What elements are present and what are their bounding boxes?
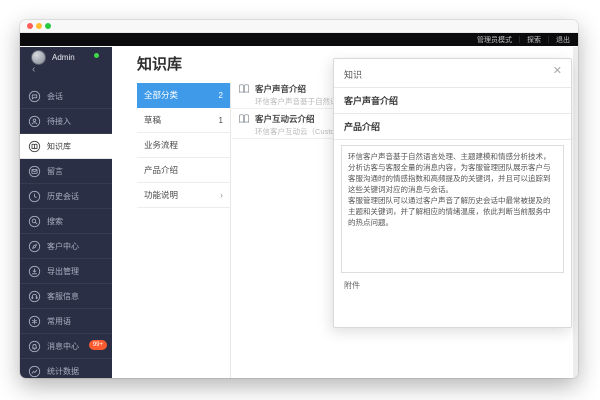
sidebar-item-label: 搜索 bbox=[47, 216, 63, 227]
category-count: 1 bbox=[219, 116, 223, 125]
topbar-separator: ｜ bbox=[545, 35, 552, 45]
user-name: Admin bbox=[52, 53, 75, 62]
online-status-dot bbox=[94, 53, 99, 58]
category-label: 功能说明 bbox=[144, 189, 178, 201]
search-query-text[interactable]: 知识 bbox=[344, 68, 362, 81]
close-icon[interactable]: ✕ bbox=[553, 66, 562, 77]
bell-icon bbox=[28, 340, 41, 353]
headset-icon bbox=[28, 290, 41, 303]
topbar-admin-mode-link[interactable]: 管理员模式 bbox=[477, 35, 512, 45]
search-result-customer-voice[interactable]: 客户声音介绍 bbox=[334, 88, 571, 114]
article-paragraph: 客服管理团队可以通过客户声音了解历史会话中最常被提及的主题和关键词，并了解相应的… bbox=[348, 195, 557, 228]
scrollbar[interactable] bbox=[573, 47, 578, 378]
book-icon bbox=[28, 140, 41, 153]
category-label: 草稿 bbox=[144, 114, 161, 126]
sidebar-item-label: 统计数据 bbox=[47, 366, 79, 377]
category-drafts[interactable]: 草稿 1 bbox=[137, 108, 230, 133]
user-section: Admin ‹ bbox=[20, 47, 112, 84]
close-button[interactable] bbox=[27, 23, 33, 29]
category-product-intro[interactable]: 产品介绍 bbox=[137, 158, 230, 183]
article-title: 客户互动云介绍 bbox=[255, 113, 315, 125]
asterisk-icon bbox=[28, 315, 41, 328]
avatar[interactable] bbox=[31, 50, 46, 65]
sidebar-item-notifications[interactable]: 消息中心 99+ bbox=[20, 334, 112, 359]
envelope-icon bbox=[28, 165, 41, 178]
article-title: 客户声音介绍 bbox=[255, 83, 306, 95]
clock-icon bbox=[28, 190, 41, 203]
topbar-logout-link[interactable]: 退出 bbox=[556, 35, 570, 45]
article-paragraph: 环信客户声音基于自然语言处理、主题建模和情感分析技术，分析访客与客服全量的消息内… bbox=[348, 151, 557, 195]
sidebar-item-label: 消息中心 bbox=[47, 341, 79, 352]
category-feature-docs[interactable]: 功能说明 › bbox=[137, 183, 230, 208]
attachment-label: 附件 bbox=[344, 280, 360, 291]
search-icon bbox=[28, 215, 41, 228]
chat-icon bbox=[28, 90, 41, 103]
category-all[interactable]: 全部分类 2 bbox=[137, 83, 230, 108]
sidebar-item-label: 客户中心 bbox=[47, 241, 79, 252]
person-icon bbox=[28, 115, 41, 128]
book-icon bbox=[238, 84, 250, 94]
category-count: 2 bbox=[219, 91, 223, 100]
category-business-process[interactable]: 业务流程 bbox=[137, 133, 230, 158]
collapse-sidebar-icon[interactable]: ‹ bbox=[32, 65, 35, 75]
knowledge-search-popover: 知识 ✕ 客户声音介绍 产品介绍 环信客户声音基于自然语言处理、主题建模和情感分… bbox=[333, 58, 572, 328]
popover-search-header: 知识 ✕ bbox=[334, 59, 571, 88]
download-icon bbox=[28, 265, 41, 278]
sidebar-item-label: 历史会话 bbox=[47, 191, 79, 202]
app-window: 管理员模式 ｜ 探索 ｜ 退出 Admin ‹ 会话 bbox=[20, 20, 578, 378]
sidebar-item-agent-info[interactable]: 客服信息 bbox=[20, 284, 112, 309]
sidebar-nav: 会话 待接入 知识库 bbox=[20, 84, 112, 378]
category-panel: 全部分类 2 草稿 1 业务流程 产品介绍 功能说明 › bbox=[137, 83, 231, 378]
sidebar-item-knowledge-base[interactable]: 知识库 bbox=[20, 134, 112, 159]
sidebar-item-label: 客服信息 bbox=[47, 291, 79, 302]
topbar-separator: ｜ bbox=[516, 35, 523, 45]
sidebar-item-statistics[interactable]: 统计数据 bbox=[20, 359, 112, 378]
sidebar-item-quick-replies[interactable]: 常用语 bbox=[20, 309, 112, 334]
category-label: 产品介绍 bbox=[144, 164, 178, 176]
category-label: 业务流程 bbox=[144, 139, 178, 151]
titlebar bbox=[20, 20, 578, 33]
sidebar-item-search[interactable]: 搜索 bbox=[20, 209, 112, 234]
category-label: 全部分类 bbox=[144, 89, 178, 101]
notification-badge: 99+ bbox=[89, 340, 107, 350]
book-icon bbox=[238, 114, 250, 124]
sidebar-item-history[interactable]: 历史会话 bbox=[20, 184, 112, 209]
sidebar-item-conversations[interactable]: 会话 bbox=[20, 84, 112, 109]
zoom-button[interactable] bbox=[45, 23, 51, 29]
result-title: 客户声音介绍 bbox=[344, 94, 398, 107]
search-result-product-intro[interactable]: 产品介绍 bbox=[334, 114, 571, 140]
sidebar-item-label: 知识库 bbox=[47, 141, 71, 152]
sidebar: Admin ‹ 会话 待接入 bbox=[20, 47, 112, 378]
admin-topbar: 管理员模式 ｜ 探索 ｜ 退出 bbox=[20, 33, 578, 46]
compass-icon bbox=[28, 240, 41, 253]
article-content-box: 环信客户声音基于自然语言处理、主题建模和情感分析技术，分析访客与客服全量的消息内… bbox=[341, 145, 564, 273]
sidebar-item-label: 导出管理 bbox=[47, 266, 79, 277]
chevron-right-icon: › bbox=[220, 190, 223, 200]
sidebar-item-customer-center[interactable]: 客户中心 bbox=[20, 234, 112, 259]
result-title: 产品介绍 bbox=[344, 120, 380, 133]
sidebar-item-label: 留言 bbox=[47, 166, 63, 177]
sidebar-item-label: 待接入 bbox=[47, 116, 71, 127]
minimize-button[interactable] bbox=[36, 23, 42, 29]
page-title: 知识库 bbox=[137, 53, 182, 74]
topbar-explore-link[interactable]: 探索 bbox=[527, 35, 541, 45]
sidebar-item-messages[interactable]: 留言 bbox=[20, 159, 112, 184]
sidebar-item-queue[interactable]: 待接入 bbox=[20, 109, 112, 134]
sidebar-item-export[interactable]: 导出管理 bbox=[20, 259, 112, 284]
sidebar-item-label: 会话 bbox=[47, 91, 63, 102]
traffic-lights bbox=[27, 23, 51, 29]
sidebar-item-label: 常用语 bbox=[47, 316, 71, 327]
chart-icon bbox=[28, 365, 41, 378]
